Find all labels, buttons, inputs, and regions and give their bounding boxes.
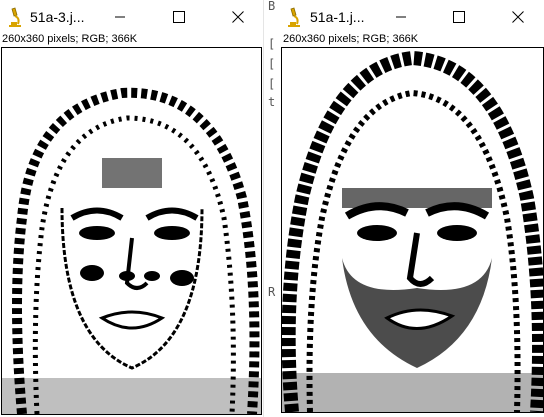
background-text: R [268,285,276,299]
window-title: 51a-3.j... [30,9,85,25]
microscope-icon [285,6,303,28]
window-title: 51a-1.j... [310,9,365,25]
maximize-icon [173,11,185,23]
image-canvas[interactable] [1,47,262,415]
background-text: B [268,0,276,13]
image-window-right[interactable]: 51a-1.j... 260x360 pixels; RGB; 366K [279,0,544,417]
background-window: B [ [ [ t R [263,0,279,417]
background-text: t [268,95,276,109]
background-text: [ [268,37,276,51]
maximize-button[interactable] [165,4,193,30]
image-canvas[interactable] [281,47,544,413]
maximize-button[interactable] [445,4,473,30]
minimize-icon [395,11,407,23]
portrait-image [2,48,261,414]
close-button[interactable] [224,4,252,30]
image-window-left[interactable]: 51a-3.j... 260x360 pixels; RGB; 366K [0,0,263,417]
minimize-icon [114,11,126,23]
portrait-image [282,48,543,412]
close-icon [232,11,244,23]
minimize-button[interactable] [387,4,415,30]
title-bar[interactable]: 51a-1.j... [279,0,544,34]
image-info: 260x360 pixels; RGB; 366K [283,33,419,45]
title-bar[interactable]: 51a-3.j... [0,0,263,34]
background-text: [ [268,77,276,91]
close-icon [512,11,524,23]
image-info: 260x360 pixels; RGB; 366K [2,33,138,45]
close-button[interactable] [504,4,532,30]
background-text: [ [268,57,276,71]
minimize-button[interactable] [106,4,134,30]
microscope-icon [6,6,24,28]
maximize-icon [453,11,465,23]
